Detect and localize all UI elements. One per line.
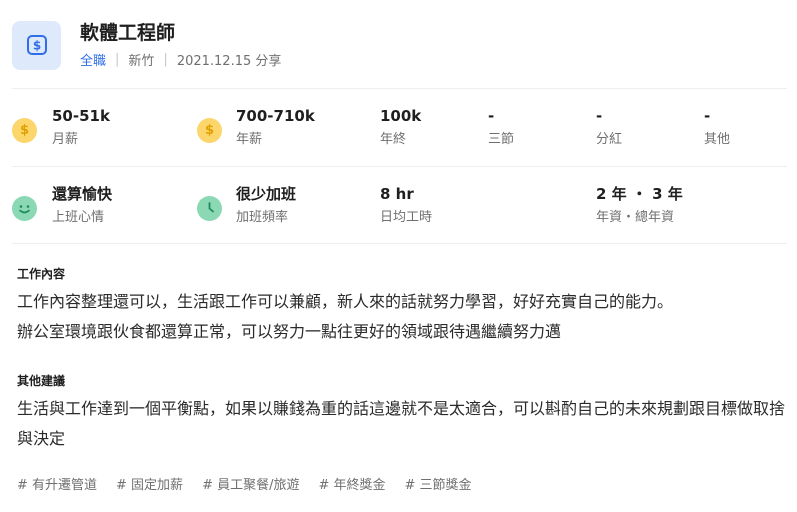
dollar-icon: $ — [26, 35, 47, 55]
divider — [12, 166, 787, 167]
coin-icon: $ — [12, 118, 37, 143]
smile-icon — [12, 196, 37, 221]
job-meta: 全職 | 新竹 | 2021.12.15 分享 — [80, 50, 281, 69]
stat-value: 100k — [380, 107, 422, 125]
stat-seniority: 2 年 ・ 3 年 年資・總年資 — [596, 184, 683, 226]
stat-label: 分紅 — [596, 132, 623, 147]
work-content-text: 工作內容整理還可以，生活跟工作可以兼顧，新人來的話就努力學習，好好充實自己的能力… — [17, 287, 792, 347]
divider — [12, 243, 787, 244]
advice-text: 生活與工作達到一個平衡點，如果以賺錢為重的話這邊就不是太適合，可以斟酌自己的未來… — [17, 399, 786, 448]
stat-label: 年薪 — [236, 132, 263, 147]
work-content-line: 辦公室環境跟伙食都還算正常，可以努力一點往更好的領域跟待遇繼續努力邁 — [17, 322, 562, 341]
stat-label: 月薪 — [52, 132, 79, 147]
coin-icon: $ — [197, 118, 222, 143]
stat-value: - — [704, 107, 711, 125]
stat-label: 年終 — [380, 132, 407, 147]
stat-work-mood: 還算愉快 上班心情 — [12, 184, 112, 226]
stat-value: 700-710k — [236, 107, 315, 125]
stat-festival-bonus: - 三節 — [488, 106, 514, 148]
tag-raise[interactable]: # 固定加薪 — [116, 474, 183, 493]
stat-daily-hours: 8 hr 日均工時 — [380, 184, 432, 226]
company-logo: $ — [12, 20, 61, 70]
stat-value: 2 年 ・ 3 年 — [596, 185, 683, 203]
stat-overtime-frequency: 很少加班 加班頻率 — [197, 184, 296, 226]
tag-year-end-bonus[interactable]: # 年終獎金 — [318, 474, 385, 493]
page-title: 軟體工程師 — [80, 22, 176, 44]
stat-label: 其他 — [704, 132, 731, 147]
stat-value: 8 hr — [380, 185, 414, 203]
section-title-work-content: 工作內容 — [17, 267, 66, 281]
stat-annual-salary: $ 700-710k 年薪 — [197, 106, 315, 148]
tag-list: # 有升遷管道 # 固定加薪 # 員工聚餐/旅遊 # 年終獎金 # 三節獎金 — [17, 474, 491, 493]
tag-festival-bonus[interactable]: # 三節獎金 — [405, 474, 472, 493]
meta-separator: | — [115, 52, 120, 67]
stat-value: - — [596, 107, 603, 125]
stat-other: - 其他 — [704, 106, 730, 148]
stat-value: 50-51k — [52, 107, 110, 125]
stat-profit-share: - 分紅 — [596, 106, 622, 148]
tag-team-dinner[interactable]: # 員工聚餐/旅遊 — [202, 474, 299, 493]
svg-text:$: $ — [32, 39, 40, 53]
share-date: 2021.12.15 分享 — [176, 54, 282, 69]
employment-type[interactable]: 全職 — [80, 50, 106, 69]
meta-separator: | — [163, 52, 168, 67]
stat-label: 三節 — [488, 132, 515, 147]
stat-label: 加班頻率 — [236, 210, 289, 225]
divider — [12, 88, 787, 89]
stat-year-end-bonus: 100k 年終 — [380, 106, 421, 148]
stat-value: 很少加班 — [236, 185, 297, 203]
section-title-advice: 其他建議 — [17, 374, 66, 388]
job-location: 新竹 — [128, 54, 155, 69]
stat-label: 年資・總年資 — [596, 210, 675, 225]
tag-promotion[interactable]: # 有升遷管道 — [17, 474, 97, 493]
work-content-line: 工作內容整理還可以，生活跟工作可以兼顧，新人來的話就努力學習，好好充實自己的能力… — [17, 292, 674, 311]
stat-value: - — [488, 107, 495, 125]
stat-label: 日均工時 — [380, 210, 433, 225]
job-header: $ 軟體工程師 全職 | 新竹 | 2021.12.15 分享 — [12, 20, 281, 70]
stat-value: 還算愉快 — [52, 185, 113, 203]
clock-icon — [197, 196, 222, 221]
stat-label: 上班心情 — [52, 210, 105, 225]
stat-monthly-salary: $ 50-51k 月薪 — [12, 106, 110, 148]
